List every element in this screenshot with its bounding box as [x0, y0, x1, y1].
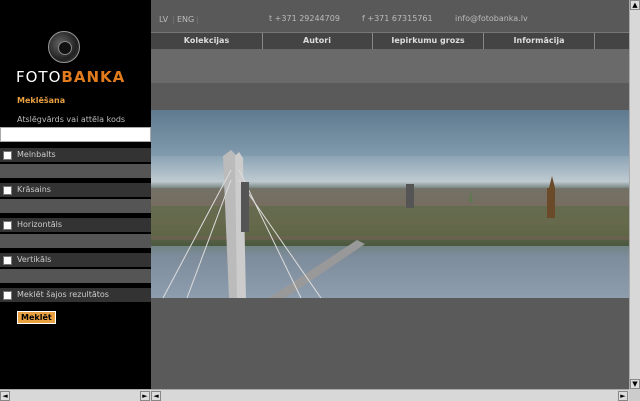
scroll-down-arrow-icon[interactable]: ▼	[630, 379, 640, 389]
main-nav: Kolekcijas Autori Iepirkumu grozs Inform…	[151, 32, 629, 50]
checkbox-krasains[interactable]	[3, 186, 12, 195]
scroll-left-arrow-icon[interactable]: ◄	[151, 391, 161, 401]
filter-separator	[0, 269, 151, 283]
search-button[interactable]: Meklēt	[17, 311, 56, 324]
scroll-left-arrow-icon[interactable]: ◄	[0, 391, 10, 401]
lang-divider: |	[172, 15, 175, 24]
email-link[interactable]: info@fotobanka.lv	[455, 14, 528, 23]
sidebar: FOTOBANKA Meklēšana Atslēgvārds vai attē…	[0, 0, 151, 389]
filter-separator	[0, 164, 151, 178]
lang-eng-link[interactable]: ENG	[177, 15, 194, 24]
phone-number: t +371 29244709	[269, 14, 340, 23]
search-hint: Atslēgvārds vai attēla kods	[17, 115, 126, 124]
filter-label: Krāsains	[17, 185, 51, 194]
nav-iepirkumu-grozs[interactable]: Iepirkumu grozs	[373, 33, 484, 49]
filter-vertikals[interactable]: Vertikāls	[0, 253, 151, 267]
checkbox-search-in-results[interactable]	[3, 291, 12, 300]
checkbox-horizontals[interactable]	[3, 221, 12, 230]
filter-krasains[interactable]: Krāsains	[0, 183, 151, 197]
header-band	[151, 49, 629, 83]
filter-horizontals[interactable]: Horizontāls	[0, 218, 151, 232]
lang-lv-link[interactable]: LV	[159, 15, 168, 24]
sidebar-horizontal-scrollbar[interactable]: ◄ ►	[0, 389, 151, 401]
nav-informacija[interactable]: Informācija	[484, 33, 595, 49]
riga-panorama-image	[151, 110, 629, 298]
filter-melnbalts[interactable]: Melnbalts	[0, 148, 151, 162]
filter-separator	[0, 199, 151, 213]
top-bar: LV | ENG | t +371 29244709 f +371 673157…	[151, 0, 629, 32]
scroll-right-arrow-icon[interactable]: ►	[618, 391, 628, 401]
search-title: Meklēšana	[17, 96, 66, 105]
search-input[interactable]	[0, 127, 151, 142]
checkbox-vertikals[interactable]	[3, 256, 12, 265]
filter-label: Horizontāls	[17, 220, 63, 229]
filter-search-in-results[interactable]: Meklēt šajos rezultātos	[0, 288, 151, 302]
scroll-right-arrow-icon[interactable]: ►	[140, 391, 150, 401]
scrollbar-corner	[629, 389, 640, 401]
lang-divider: |	[196, 15, 199, 24]
nav-autori[interactable]: Autori	[262, 33, 373, 49]
vertical-scrollbar[interactable]: ▲ ▼	[629, 0, 640, 389]
logo-text-banka: BANKA	[61, 68, 126, 86]
scroll-up-arrow-icon[interactable]: ▲	[630, 0, 640, 10]
nav-kolekcijas[interactable]: Kolekcijas	[151, 33, 263, 49]
filter-label: Vertikāls	[17, 255, 52, 264]
main-horizontal-scrollbar[interactable]: ◄ ►	[151, 389, 629, 401]
fax-number: f +371 67315761	[362, 14, 433, 23]
filter-label: Melnbalts	[17, 150, 56, 159]
camera-lens-icon	[48, 31, 80, 63]
filter-separator	[0, 234, 151, 248]
fotobanka-logo[interactable]: FOTOBANKA	[0, 30, 151, 90]
filter-label: Meklēt šajos rezultātos	[17, 290, 109, 299]
logo-text-foto: FOTO	[16, 68, 62, 86]
checkbox-melnbalts[interactable]	[3, 151, 12, 160]
